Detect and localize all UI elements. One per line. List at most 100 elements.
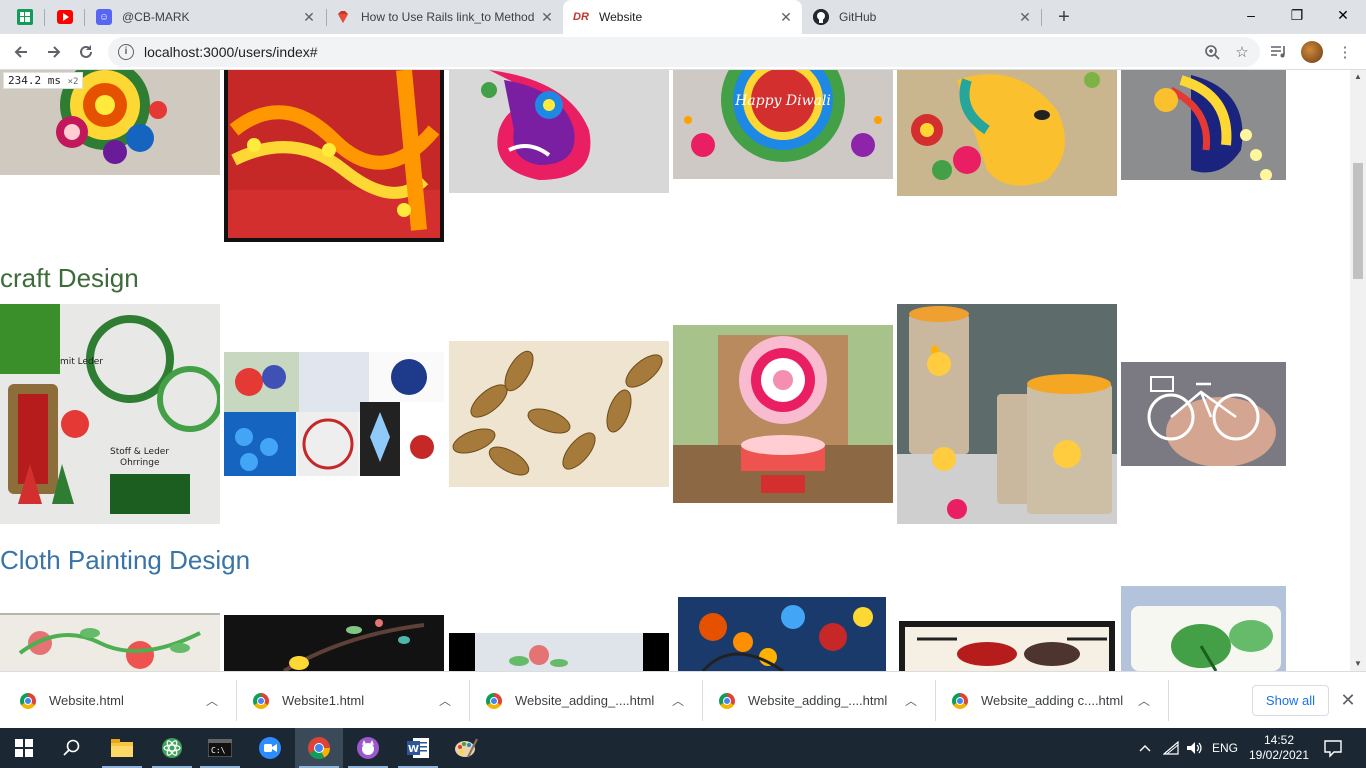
reload-button[interactable] — [72, 38, 100, 66]
cloth-painting-image-6[interactable] — [1121, 586, 1286, 671]
tab-github[interactable]: GitHub ✕ — [803, 0, 1041, 34]
scroll-down-icon[interactable]: ▼ — [1350, 657, 1366, 671]
scrollbar-thumb[interactable] — [1353, 163, 1363, 279]
media-control-icon[interactable] — [1268, 41, 1290, 63]
page-scrollbar[interactable]: ▲ ▼ — [1350, 70, 1366, 671]
rangoli-image-5[interactable] — [897, 70, 1117, 196]
chevron-up-icon — [1139, 745, 1151, 752]
svg-text:W: W — [408, 744, 419, 755]
ruby-icon — [335, 9, 351, 25]
download-filename: Website_adding_....html — [748, 693, 888, 708]
terminal-icon: C:\ — [208, 739, 232, 757]
tab-website[interactable]: DR Website ✕ — [563, 0, 802, 34]
chrome-file-icon — [486, 692, 502, 709]
rangoli-image-6[interactable] — [1121, 70, 1286, 180]
start-button[interactable] — [0, 728, 48, 768]
search-button[interactable] — [48, 728, 96, 768]
download-filename: Website_adding c....html — [981, 693, 1124, 708]
craft-image-5[interactable] — [897, 304, 1117, 524]
back-button[interactable] — [7, 38, 35, 66]
new-tab-button[interactable]: + — [1054, 6, 1074, 28]
clock-date: 19/02/2021 — [1248, 748, 1310, 762]
windows-logo-icon — [15, 739, 33, 757]
network-icon[interactable] — [1163, 728, 1181, 768]
download-item[interactable]: Website_adding_....html ︿ — [466, 672, 702, 729]
chevron-up-icon[interactable]: ︿ — [437, 692, 453, 709]
taskbar-terminal[interactable]: C:\ — [196, 728, 244, 768]
show-all-button[interactable]: Show all — [1252, 685, 1329, 716]
volume-icon[interactable] — [1186, 728, 1204, 768]
svg-text:Stoff & Leder: Stoff & Leder — [110, 447, 169, 457]
tab-label: GitHub — [839, 10, 877, 24]
close-icon[interactable]: ✕ — [301, 9, 317, 25]
url-text[interactable]: localhost:3000/users/index# — [144, 44, 1200, 60]
close-icon[interactable]: ✕ — [1338, 690, 1358, 710]
taskbar-chrome[interactable] — [295, 728, 343, 768]
scroll-up-icon[interactable]: ▲ — [1350, 70, 1366, 84]
tab-label: @CB-MARK — [122, 10, 190, 24]
language-indicator[interactable]: ENG — [1212, 728, 1238, 768]
rangoli-image-4[interactable]: Happy Diwali — [673, 70, 893, 179]
chevron-up-icon[interactable]: ︿ — [670, 692, 686, 709]
section-title-cloth-painting: Cloth Painting Design — [0, 545, 251, 575]
maximize-button[interactable]: ❐ — [1274, 0, 1320, 30]
windows-taskbar: C:\ W ENG 14:52 19/02/2021 — [0, 728, 1366, 768]
chrome-file-icon — [719, 692, 735, 709]
craft-image-6[interactable] — [1121, 362, 1286, 466]
close-icon[interactable]: ✕ — [778, 9, 794, 25]
download-item[interactable]: Website_adding_....html ︿ — [699, 672, 935, 729]
arrow-right-icon — [48, 46, 61, 58]
taskbar-atom[interactable] — [148, 728, 196, 768]
section-title-craft: craft Design — [0, 263, 139, 293]
taskbar-zoom[interactable] — [246, 728, 294, 768]
menu-icon[interactable]: ⋮ — [1334, 41, 1356, 63]
tab-rails-link-to[interactable]: How to Use Rails link_to Method ✕ — [327, 0, 563, 34]
download-item[interactable]: Website1.html ︿ — [233, 672, 469, 729]
svg-text:Ohrringe: Ohrringe — [120, 458, 160, 468]
craft-image-4[interactable] — [673, 325, 893, 503]
download-item[interactable]: Website_adding c....html ︿ — [932, 672, 1168, 729]
zoom-icon[interactable] — [1200, 40, 1224, 64]
minimize-button[interactable]: – — [1228, 0, 1274, 30]
rangoli-image-2[interactable] — [224, 70, 444, 242]
browser-toolbar: i localhost:3000/users/index# ☆ ⋮ — [0, 34, 1366, 70]
github-icon — [813, 9, 829, 25]
chevron-up-icon[interactable]: ︿ — [903, 692, 919, 709]
show-hidden-icons[interactable] — [1138, 728, 1152, 768]
close-window-button[interactable]: ✕ — [1320, 0, 1366, 30]
close-icon[interactable]: ✕ — [539, 9, 555, 25]
download-filename: Website1.html — [282, 693, 365, 708]
taskbar-file-explorer[interactable] — [98, 728, 146, 768]
rangoli-image-3[interactable] — [449, 70, 669, 193]
craft-image-1[interactable]: mit Leder Stoff & Leder Ohrringe — [0, 304, 220, 524]
bookmark-star-icon[interactable]: ☆ — [1230, 40, 1254, 64]
cloth-painting-image-2[interactable] — [224, 615, 444, 671]
svg-text:mit Leder: mit Leder — [60, 357, 103, 367]
address-bar[interactable]: i localhost:3000/users/index# ☆ — [108, 37, 1260, 67]
taskbar-word[interactable]: W — [394, 728, 442, 768]
craft-image-3[interactable] — [449, 341, 669, 487]
craft-image-2[interactable] — [224, 352, 444, 476]
system-clock[interactable]: 14:52 19/02/2021 — [1246, 733, 1312, 763]
cloth-painting-image-4[interactable] — [673, 597, 893, 671]
chrome-file-icon — [952, 692, 968, 709]
sheets-icon[interactable] — [17, 9, 33, 25]
forward-button[interactable] — [40, 38, 68, 66]
taskbar-paint[interactable] — [442, 728, 490, 768]
github-desktop-icon — [357, 737, 379, 759]
chevron-up-icon[interactable]: ︿ — [204, 692, 220, 709]
taskbar-github-desktop[interactable] — [344, 728, 392, 768]
cloth-painting-image-1[interactable] — [0, 613, 220, 671]
chevron-up-icon[interactable]: ︿ — [1136, 692, 1152, 709]
close-icon[interactable]: ✕ — [1017, 9, 1033, 25]
notification-icon[interactable] — [1322, 737, 1344, 759]
profile-avatar[interactable] — [1301, 41, 1323, 63]
tab-cb-mark[interactable]: ☺ @CB-MARK ✕ — [88, 0, 325, 34]
download-item[interactable]: Website.html ︿ — [0, 672, 236, 729]
page-viewport: 234.2 ms ×2 Happy Diwali craft Design mi… — [0, 70, 1350, 671]
site-info-icon[interactable]: i — [118, 44, 134, 60]
cloth-painting-image-5[interactable] — [897, 619, 1117, 671]
svg-text:Happy Diwali: Happy Diwali — [734, 93, 831, 109]
youtube-icon[interactable] — [57, 10, 73, 24]
cloth-painting-image-3[interactable] — [449, 633, 669, 671]
